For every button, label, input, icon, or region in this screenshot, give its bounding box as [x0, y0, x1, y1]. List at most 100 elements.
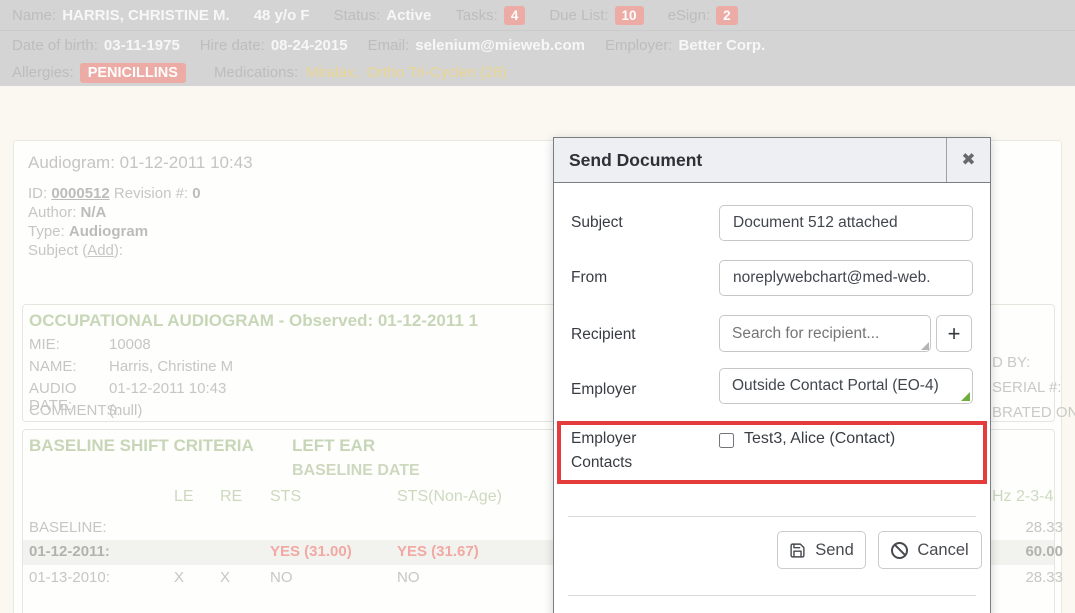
type-label: Type:: [28, 223, 65, 240]
email-label: Email:: [368, 37, 410, 54]
document-title: Audiogram: 01-12-2011 10:43: [28, 153, 253, 173]
type-value: Audiogram: [69, 223, 148, 240]
baseline-date-subheading: BASELINE DATE: [292, 462, 420, 480]
patient-header-row3: Allergies: PENICILLINS Medications: Mira…: [0, 59, 1075, 86]
esign-label: eSign:: [668, 7, 711, 24]
name-label: Name:: [12, 7, 56, 24]
save-icon: [789, 542, 806, 559]
kv-row: MIE: 10008: [29, 336, 151, 353]
tested-by-fragment: D BY:: [992, 354, 1030, 371]
cell-sts: NO: [270, 569, 293, 586]
cell-le: X: [174, 569, 184, 586]
calibrated-fragment: BRATED ON: [992, 404, 1075, 421]
cancel-button[interactable]: Cancel: [878, 531, 982, 569]
email-value: selenium@mieweb.com: [415, 37, 585, 54]
add-recipient-button[interactable]: +: [936, 315, 972, 352]
document-author-line: Author: N/A: [28, 203, 253, 222]
status-label: Status:: [334, 7, 381, 24]
send-button-label: Send: [815, 541, 854, 560]
revision-label: Revision #:: [114, 185, 188, 202]
document-id-link[interactable]: 0000512: [51, 185, 109, 202]
subject-prefix: Subject (: [28, 242, 87, 259]
patient-header: Name: HARRIS, CHRISTINE M. 48 y/o F Stat…: [0, 0, 1075, 86]
tasks-label: Tasks:: [455, 7, 498, 24]
cell-sts-non-age: NO: [397, 569, 420, 586]
employer-label: Employer:: [605, 37, 673, 54]
allergies-label: Allergies:: [12, 64, 74, 81]
dob-label: Date of birth:: [12, 37, 98, 54]
row-label: 01-12-2011:: [29, 543, 110, 560]
resize-handle-icon[interactable]: [961, 392, 970, 401]
kv-value: Harris, Christine M: [109, 358, 233, 375]
patient-age-sex: 48 y/o F: [254, 7, 310, 24]
kv-row: NAME: Harris, Christine M: [29, 358, 233, 375]
patient-header-row2: Date of birth: 03-11-1975 Hire date: 08-…: [0, 32, 1075, 59]
document-id-line: ID: 0000512 Revision #: 0: [28, 184, 253, 203]
cell-sts-non-age: YES (31.67): [397, 543, 479, 560]
kv-label: NAME:: [29, 358, 109, 375]
medication-link-1[interactable]: Miralax,: [306, 64, 359, 81]
employer-select-wrap: [719, 368, 973, 404]
left-ear-heading: LEFT EAR: [292, 436, 375, 456]
hz-column-heading: Hz 2-3-4: [992, 488, 1053, 506]
hire-date-value: 08-24-2015: [271, 37, 348, 54]
contact-checkbox[interactable]: [719, 433, 734, 448]
patient-name: HARRIS, CHRISTINE M.: [62, 7, 230, 24]
kv-value: (null): [109, 402, 142, 419]
document-subject-line: Subject (Add):: [28, 241, 253, 260]
author-label: Author:: [28, 204, 76, 221]
tasks-count-badge[interactable]: 4: [504, 6, 526, 25]
row-label: BASELINE:: [29, 519, 107, 536]
medication-link-2[interactable]: Ortho Tri-Cyclen (28): [367, 64, 507, 81]
contact-option-label: Test3, Alice (Contact): [744, 430, 895, 448]
row-label: 01-13-2010:: [29, 569, 110, 586]
cancel-button-label: Cancel: [917, 541, 968, 560]
author-value: N/A: [81, 204, 107, 221]
cell-sts: YES (31.00): [270, 543, 352, 560]
recipient-label: Recipient: [571, 326, 636, 344]
esign-count-badge[interactable]: 2: [716, 6, 738, 25]
subject-input[interactable]: [719, 205, 973, 241]
kv-label: MIE:: [29, 336, 109, 353]
col-sts: STS: [270, 488, 301, 506]
allergy-badge[interactable]: PENICILLINS: [80, 63, 186, 83]
dob-value: 03-11-1975: [104, 37, 180, 54]
divider: [568, 595, 976, 596]
serial-fragment: SERIAL #:: [992, 379, 1061, 396]
kv-row: COMMENTS: (null): [29, 402, 142, 419]
id-label: ID:: [28, 185, 47, 202]
cancel-icon: [891, 542, 908, 559]
document-info: Audiogram: 01-12-2011 10:43 ID: 0000512 …: [28, 153, 253, 260]
due-list-label: Due List:: [549, 7, 608, 24]
revision-value: 0: [192, 185, 200, 202]
col-re: RE: [220, 488, 242, 506]
modal-header: Send Document ✖: [554, 138, 990, 183]
recipient-search-wrap: [719, 315, 931, 352]
due-list-count-badge[interactable]: 10: [615, 6, 644, 25]
kv-label: COMMENTS:: [29, 402, 109, 419]
col-sts-non-age: STS(Non-Age): [397, 488, 502, 506]
patient-header-row1: Name: HARRIS, CHRISTINE M. 48 y/o F Stat…: [0, 0, 1075, 31]
subject-label: Subject: [571, 214, 623, 232]
employer-select[interactable]: [719, 368, 973, 404]
recipient-search-input[interactable]: [719, 315, 931, 352]
status-value: Active: [386, 7, 431, 24]
cell-re: X: [220, 569, 230, 586]
employer-contacts-label: Employer Contacts: [571, 427, 661, 475]
divider: [568, 516, 976, 517]
resize-grip-icon[interactable]: [921, 342, 929, 350]
hire-date-label: Hire date:: [200, 37, 265, 54]
send-button[interactable]: Send: [777, 531, 866, 569]
subject-add-link[interactable]: Add: [87, 242, 114, 259]
employer-field-label: Employer: [571, 381, 636, 399]
subject-suffix: ):: [114, 242, 123, 259]
close-button[interactable]: ✖: [946, 138, 990, 182]
close-icon: ✖: [961, 150, 975, 170]
document-type-line: Type: Audiogram: [28, 222, 253, 241]
screen: Name: HARRIS, CHRISTINE M. 48 y/o F Stat…: [0, 0, 1075, 613]
plus-icon: +: [948, 321, 961, 347]
modal-title: Send Document: [569, 138, 702, 183]
baseline-heading: BASELINE SHIFT CRITERIA: [29, 436, 254, 456]
from-input[interactable]: [719, 260, 973, 296]
medications-label: Medications:: [214, 64, 298, 81]
